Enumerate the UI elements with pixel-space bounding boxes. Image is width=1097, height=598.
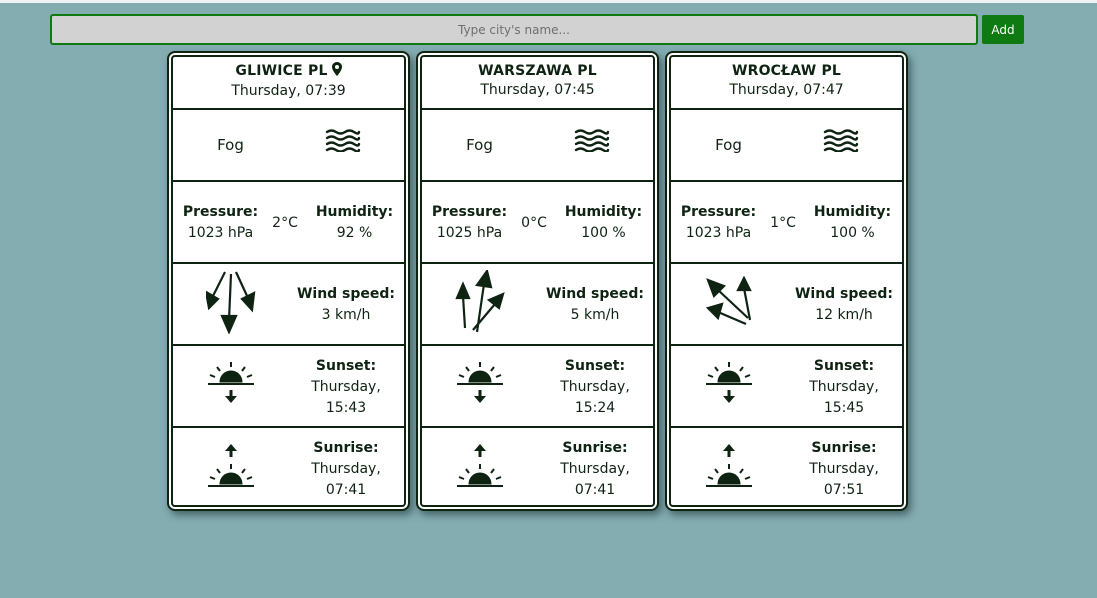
pressure-value: 1023 hPa — [187, 225, 254, 241]
pressure-value: 1023 hPa — [685, 225, 752, 241]
wind-arrows-up-icon — [422, 268, 537, 338]
sunrise-time: 07:51 — [823, 482, 865, 498]
pressure-humidity-row: Pressure: 1025 hPa 0°C Humidity: 100 % — [422, 180, 653, 262]
wind-speed-value: 3 km/h — [321, 307, 371, 323]
sunrise-time: 07:41 — [574, 482, 616, 498]
pressure-humidity-row: Pressure: 1023 hPa 1°C Humidity: 100 % — [671, 180, 902, 262]
city-search-input[interactable] — [50, 14, 978, 45]
add-city-button[interactable]: Add — [982, 15, 1024, 44]
pressure-value: 1025 hPa — [436, 225, 503, 241]
pressure-label: Pressure: — [680, 204, 757, 220]
sunset-label: Sunset: — [564, 358, 626, 374]
humidity-value: 100 % — [581, 225, 626, 241]
sunset-icon — [671, 360, 786, 410]
sunset-row: Sunset: Thursday, 15:45 — [671, 344, 902, 426]
wind-row: Wind speed: 12 km/h — [671, 262, 902, 344]
sunrise-label: Sunrise: — [562, 440, 628, 456]
city-weather-card: WARSZAWA PL Thursday, 07:45 Fog Pressure… — [420, 55, 655, 507]
card-header: WROCŁAW PL Thursday, 07:47 — [671, 62, 902, 108]
sunset-label: Sunset: — [315, 358, 377, 374]
sunset-row: Sunset: Thursday, 15:43 — [173, 344, 404, 426]
sunset-day: Thursday, — [560, 379, 630, 395]
city-name: WROCŁAW PL — [731, 63, 842, 79]
sunrise-row: Sunrise: Thursday, 07:51 — [671, 426, 902, 510]
humidity-value: 100 % — [830, 225, 875, 241]
wind-speed-label: Wind speed: — [545, 286, 645, 302]
humidity-value: 92 % — [336, 225, 373, 241]
weather-description: Fog — [217, 136, 244, 154]
sunrise-label: Sunrise: — [313, 440, 379, 456]
local-datetime: Thursday, 07:45 — [480, 82, 595, 98]
pressure-humidity-row: Pressure: 1023 hPa 2°C Humidity: 92 % — [173, 180, 404, 262]
weather-description-row: Fog — [422, 108, 653, 180]
sunset-day: Thursday, — [311, 379, 381, 395]
humidity-label: Humidity: — [813, 204, 892, 220]
sunrise-icon — [422, 442, 537, 494]
wind-speed-label: Wind speed: — [794, 286, 894, 302]
sunrise-day: Thursday, — [560, 461, 630, 477]
sunset-day: Thursday, — [809, 379, 879, 395]
fog-icon — [823, 128, 859, 156]
sunrise-icon — [671, 442, 786, 494]
pressure-label: Pressure: — [431, 204, 508, 220]
city-name: GLIWICE PL — [235, 63, 328, 79]
sunset-time: 15:43 — [325, 400, 367, 416]
wind-arrows-down-icon — [173, 270, 288, 338]
sunrise-row: Sunrise: Thursday, 07:41 — [173, 426, 404, 510]
top-edge-bar — [0, 0, 1097, 3]
wind-row: Wind speed: 5 km/h — [422, 262, 653, 344]
sunrise-day: Thursday, — [809, 461, 879, 477]
humidity-label: Humidity: — [315, 204, 394, 220]
card-header: WARSZAWA PL Thursday, 07:45 — [422, 62, 653, 108]
sunset-label: Sunset: — [813, 358, 875, 374]
sunset-time: 15:24 — [574, 400, 616, 416]
sunset-time: 15:45 — [823, 400, 865, 416]
city-name: WARSZAWA PL — [478, 63, 597, 79]
weather-description-row: Fog — [173, 108, 404, 180]
wind-arrows-upleft-icon — [671, 275, 786, 330]
weather-description-row: Fog — [671, 108, 902, 180]
sunrise-time: 07:41 — [325, 482, 367, 498]
wind-row: Wind speed: 3 km/h — [173, 262, 404, 344]
weather-description: Fog — [715, 136, 742, 154]
temperature-value: 2°C — [272, 215, 298, 231]
local-datetime: Thursday, 07:47 — [729, 82, 844, 98]
sunset-icon — [173, 360, 288, 410]
sunset-row: Sunset: Thursday, 15:24 — [422, 344, 653, 426]
humidity-label: Humidity: — [564, 204, 643, 220]
location-pin-icon — [331, 62, 342, 81]
sunrise-day: Thursday, — [311, 461, 381, 477]
local-datetime: Thursday, 07:39 — [231, 83, 346, 99]
wind-speed-label: Wind speed: — [296, 286, 396, 302]
card-header: GLIWICE PL Thursday, 07:39 — [173, 62, 404, 108]
fog-icon — [574, 128, 610, 156]
city-weather-card: WROCŁAW PL Thursday, 07:47 Fog Pressure:… — [669, 55, 904, 507]
temperature-value: 0°C — [521, 215, 547, 231]
pressure-label: Pressure: — [182, 204, 259, 220]
wind-speed-value: 5 km/h — [570, 307, 620, 323]
weather-description: Fog — [466, 136, 493, 154]
city-weather-card: GLIWICE PL Thursday, 07:39 Fog Pressure:… — [171, 55, 406, 507]
sunrise-row: Sunrise: Thursday, 07:41 — [422, 426, 653, 510]
sunrise-label: Sunrise: — [811, 440, 877, 456]
temperature-value: 1°C — [770, 215, 796, 231]
fog-icon — [325, 128, 361, 156]
sunrise-icon — [173, 442, 288, 494]
sunset-icon — [422, 360, 537, 410]
wind-speed-value: 12 km/h — [815, 307, 873, 323]
